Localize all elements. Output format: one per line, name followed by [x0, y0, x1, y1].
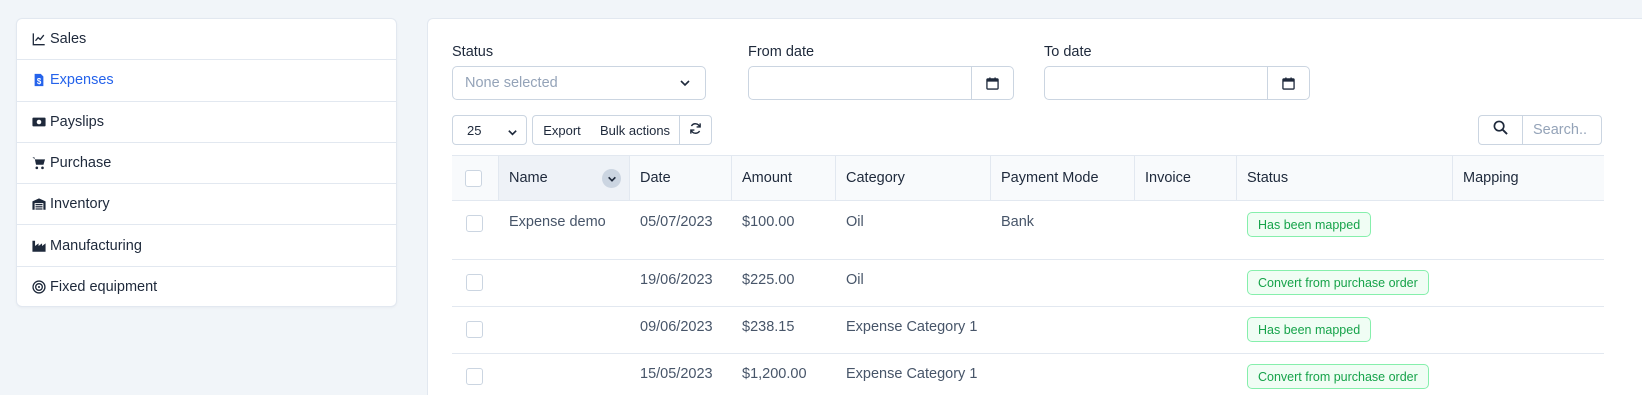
- cell-amount: $238.15: [742, 319, 795, 335]
- cell-category: Expense Category 1: [846, 366, 978, 382]
- money-bill-icon: [31, 114, 47, 130]
- sidebar-item-label: Payslips: [50, 113, 104, 130]
- export-button[interactable]: Export: [532, 115, 592, 145]
- search-icon: [1493, 120, 1508, 140]
- industry-icon: [31, 238, 47, 254]
- cell-category: Expense Category 1: [846, 319, 978, 335]
- column-header-mapping[interactable]: Mapping: [1453, 156, 1604, 200]
- chevron-down-icon[interactable]: [602, 169, 621, 188]
- calendar-icon[interactable]: [1267, 67, 1309, 99]
- column-header-label: Name: [509, 170, 548, 186]
- row-checkbox[interactable]: [466, 215, 483, 232]
- table-row[interactable]: 09/06/2023 $238.15 Expense Category 1 Ha…: [452, 307, 1604, 354]
- from-date-label: From date: [748, 44, 815, 60]
- receipt-icon: $: [31, 72, 47, 88]
- cell-amount: $1,200.00: [742, 366, 807, 382]
- status-badge: Has been mapped: [1247, 212, 1372, 237]
- column-header-date[interactable]: Date: [630, 156, 732, 200]
- sidebar-item-label: Sales: [50, 31, 87, 48]
- column-header-amount[interactable]: Amount: [732, 156, 836, 200]
- search-button[interactable]: [1478, 115, 1523, 145]
- sidebar-item-label: Inventory: [50, 196, 110, 213]
- cell-date: 15/05/2023: [640, 366, 713, 382]
- search-group: [1478, 115, 1604, 145]
- sidebar-item-expenses[interactable]: $ Expenses: [17, 60, 396, 102]
- cell-date: 05/07/2023: [640, 214, 713, 230]
- expenses-table: Name Date Amount Category Payment Mode I…: [452, 155, 1604, 395]
- sidebar: Sales $ Expenses Payslips Purchase Inven…: [16, 18, 397, 307]
- sidebar-item-payslips[interactable]: Payslips: [17, 102, 396, 143]
- main-panel: Status None selected From date To date 2…: [427, 18, 1642, 395]
- cell-category: Oil: [846, 272, 864, 288]
- page-size-select[interactable]: 25: [452, 115, 527, 145]
- row-checkbox[interactable]: [466, 321, 483, 338]
- column-header-category[interactable]: Category: [836, 156, 991, 200]
- table-row[interactable]: Expense demo 05/07/2023 $100.00 Oil Bank…: [452, 201, 1604, 260]
- cell-date: 19/06/2023: [640, 272, 713, 288]
- sidebar-item-inventory[interactable]: Inventory: [17, 184, 396, 226]
- sidebar-item-fixed-equipment[interactable]: Fixed equipment: [17, 267, 396, 306]
- column-header-invoice[interactable]: Invoice: [1135, 156, 1237, 200]
- reload-button[interactable]: [679, 115, 712, 145]
- cell-amount: $100.00: [742, 214, 795, 230]
- cell-name[interactable]: Expense demo: [509, 214, 606, 230]
- cell-payment-mode: Bank: [1001, 214, 1035, 230]
- chevron-down-icon: [679, 77, 691, 93]
- cell-date: 09/06/2023: [640, 319, 713, 335]
- sidebar-item-label: Fixed equipment: [50, 279, 158, 296]
- cart-icon: [31, 155, 47, 171]
- row-checkbox[interactable]: [466, 368, 483, 385]
- select-all-checkbox[interactable]: [465, 169, 482, 187]
- column-header-status[interactable]: Status: [1237, 156, 1453, 200]
- column-header-payment-mode[interactable]: Payment Mode: [991, 156, 1135, 200]
- sidebar-item-sales[interactable]: Sales: [17, 19, 396, 61]
- from-date-field[interactable]: [748, 66, 1014, 100]
- row-checkbox[interactable]: [466, 274, 483, 291]
- warehouse-icon: [31, 196, 47, 212]
- cell-amount: $225.00: [742, 272, 795, 288]
- table-row[interactable]: 15/05/2023 $1,200.00 Expense Category 1 …: [452, 354, 1604, 395]
- table-row[interactable]: 19/06/2023 $225.00 Oil Convert from purc…: [452, 260, 1604, 307]
- page-size-value: 25: [467, 122, 482, 138]
- bulk-actions-button[interactable]: Bulk actions: [591, 115, 680, 145]
- status-filter-placeholder: None selected: [465, 75, 558, 91]
- status-filter-label: Status: [452, 44, 494, 60]
- refresh-icon: [689, 122, 702, 138]
- to-date-label: To date: [1044, 44, 1092, 60]
- sidebar-item-label: Purchase: [50, 155, 112, 172]
- chart-line-icon: [31, 31, 47, 47]
- status-filter-select[interactable]: None selected: [452, 66, 706, 100]
- to-date-field[interactable]: [1044, 66, 1310, 100]
- table-header: Name Date Amount Category Payment Mode I…: [452, 155, 1604, 201]
- search-input[interactable]: [1522, 115, 1602, 145]
- select-all-cell: [452, 156, 499, 200]
- column-header-name[interactable]: Name: [499, 156, 630, 200]
- svg-text:$: $: [37, 77, 42, 86]
- calendar-icon[interactable]: [971, 67, 1013, 99]
- sidebar-item-label: Expenses: [50, 72, 114, 89]
- sidebar-item-purchase[interactable]: Purchase: [17, 143, 396, 185]
- target-icon: [31, 279, 47, 295]
- sidebar-item-label: Manufacturing: [50, 237, 142, 254]
- status-badge: Convert from purchase order: [1247, 270, 1429, 295]
- status-badge: Convert from purchase order: [1247, 364, 1429, 389]
- sidebar-item-manufacturing[interactable]: Manufacturing: [17, 225, 396, 267]
- status-badge: Has been mapped: [1247, 317, 1372, 342]
- cell-category: Oil: [846, 214, 864, 230]
- chevron-down-icon: [507, 126, 518, 141]
